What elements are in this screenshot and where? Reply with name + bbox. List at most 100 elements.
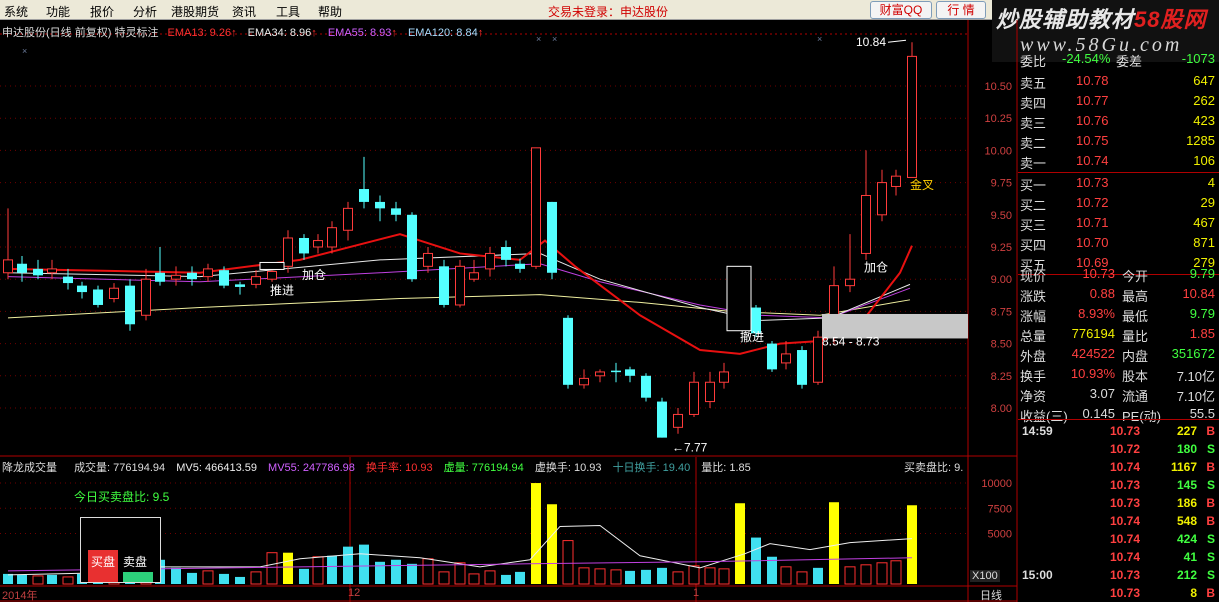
- market-button[interactable]: 行 情: [936, 1, 986, 19]
- volume-bar-down: [47, 574, 57, 584]
- candle-up: [423, 252, 433, 267]
- menu-item-hk-futures[interactable]: 港股期货: [171, 3, 219, 20]
- price-tick-label: 9.00: [991, 274, 1012, 286]
- candle-up: [313, 240, 323, 248]
- golden-cross-label: 金叉: [910, 177, 934, 192]
- candle-down: [641, 375, 651, 398]
- stat-row: 涨跌 0.88 最高 10.84: [1020, 286, 1215, 304]
- price-tick-label: 8.25: [991, 371, 1012, 383]
- volume-bar-down: [375, 561, 385, 584]
- candle-down: [563, 317, 573, 385]
- ask-row: 卖五 10.78 647: [1020, 73, 1215, 91]
- candle-down: [299, 237, 309, 254]
- volume-bar-up: [32, 575, 44, 585]
- candle-up: [469, 272, 479, 280]
- trade-status: 交易未登录：申达股份: [548, 5, 669, 19]
- menu-item-quote[interactable]: 报价: [90, 3, 114, 20]
- candle-up: [455, 265, 465, 306]
- price-tick-label: 10.50: [984, 81, 1012, 93]
- candle-down: [359, 189, 369, 202]
- candle-up: [673, 413, 683, 428]
- volume-bar-up: [468, 573, 480, 585]
- stat-row: 现价 10.73 今开 9.79: [1020, 266, 1215, 284]
- candle-down: [125, 285, 135, 325]
- sell-label: 卖盘: [123, 555, 148, 569]
- add-position-label-1: 加仓: [302, 268, 326, 282]
- price-tick-label: 10.25: [984, 113, 1012, 125]
- volume-bar-down: [813, 567, 823, 584]
- highlight-box: [726, 265, 752, 332]
- candle-up: [47, 268, 57, 274]
- ask-row: 卖二 10.75 1285: [1020, 133, 1215, 151]
- tick-row: 10.73 8 B: [1110, 586, 1215, 600]
- volratio-legend: 量比: 1.85: [701, 462, 751, 474]
- volume-bar-up: [610, 569, 622, 585]
- volume-bar-up: [594, 568, 606, 585]
- candle-up: [485, 252, 495, 270]
- volume-bar-down: [235, 576, 245, 584]
- vol-legend: 成交量: 776194.94: [74, 462, 166, 474]
- candle-down: [235, 284, 245, 287]
- candle-down: [547, 201, 557, 273]
- period-label[interactable]: 日线: [980, 587, 1002, 602]
- volume-tick-label: 5000: [988, 529, 1012, 541]
- candle-up: [891, 175, 901, 187]
- menu-item-news[interactable]: 资讯: [232, 3, 256, 20]
- volume-title: 降龙成交量: [2, 462, 57, 474]
- volume-bar-up: [688, 565, 700, 585]
- highlight-box-small: [259, 261, 285, 270]
- ema120-legend: EMA120: 8.84: [407, 27, 478, 39]
- menu-item-analysis[interactable]: 分析: [133, 3, 157, 20]
- marker-x: ×: [22, 46, 27, 56]
- volume-bar-down: [641, 569, 651, 584]
- menu-bar: 系统 功能 报价 分析 港股期货 资讯 工具 帮助 交易未登录：申达股份 财富Q…: [0, 0, 992, 20]
- mv55-legend: MV55: 247786.98: [268, 462, 355, 474]
- volume-bar-up: [718, 568, 730, 585]
- candle-up: [343, 207, 353, 231]
- candle-up: [907, 55, 917, 178]
- add-position-label-2: 加仓: [864, 260, 888, 274]
- price-tick-label: 10.00: [984, 145, 1012, 157]
- candle-up: [203, 268, 213, 278]
- chart-header: 申达股份(日线 前复权) 特灵标注 EMA13: 9.26↑ EMA34: 8.…: [2, 27, 484, 39]
- xturnover-legend: 虚换手: 10.93: [534, 462, 602, 474]
- bid-row: 买二 10.72 29: [1020, 195, 1215, 213]
- price-tick-label: 9.25: [991, 242, 1012, 254]
- volume-tick-label: 7500: [988, 503, 1012, 515]
- menu-item-help[interactable]: 帮助: [318, 3, 342, 20]
- marker-x: ×: [552, 34, 557, 44]
- candle-up: [283, 237, 293, 267]
- menu-item-tools[interactable]: 工具: [276, 3, 300, 20]
- tick-row: 10.74 424 S: [1110, 532, 1215, 546]
- tick-row: 10.73 145 S: [1110, 478, 1215, 492]
- tick-row: 10.74 548 B: [1110, 514, 1215, 528]
- menu-item-function[interactable]: 功能: [46, 3, 70, 20]
- wealth-qq-button[interactable]: 财富QQ: [870, 1, 932, 19]
- menu-item-system[interactable]: 系统: [4, 3, 28, 20]
- kline-chart[interactable]: 10.50 10.25 10.00 9.75 9.50 9.25 9.00 8.75 8.50 8…: [0, 20, 1018, 602]
- candle-up: [171, 274, 181, 280]
- candle-up: [877, 182, 887, 216]
- volume-bar-up: [438, 571, 450, 585]
- candle-up: [327, 227, 337, 248]
- retreat-label: 撤进: [740, 329, 764, 344]
- tick-list[interactable]: 14:59 10.73 227 B 10.72 180 S 10.74 1167 B 10.73 14…: [1018, 419, 1219, 602]
- bid-row: 买三 10.71 467: [1020, 215, 1215, 233]
- volume-bar-down: [501, 574, 511, 584]
- candle-down: [767, 343, 777, 370]
- candle-up: [141, 278, 151, 316]
- volume-bar-up: [484, 570, 496, 585]
- price-tick-label: 8.00: [991, 403, 1012, 415]
- volume-bar-down: [3, 573, 13, 584]
- candle-down: [391, 208, 401, 215]
- volume-bar-down: [391, 559, 401, 584]
- volume-bar-highlight: [531, 483, 541, 584]
- volume-bar-down: [171, 567, 181, 584]
- price-tick-label: 9.50: [991, 210, 1012, 222]
- high-price-label: 10.84: [856, 35, 886, 49]
- candle-up: [845, 278, 855, 287]
- volume-unit: X100: [970, 570, 1000, 582]
- candle-up: [781, 353, 791, 364]
- volume-bar-up: [250, 571, 262, 585]
- volume-bar-highlight: [283, 552, 293, 584]
